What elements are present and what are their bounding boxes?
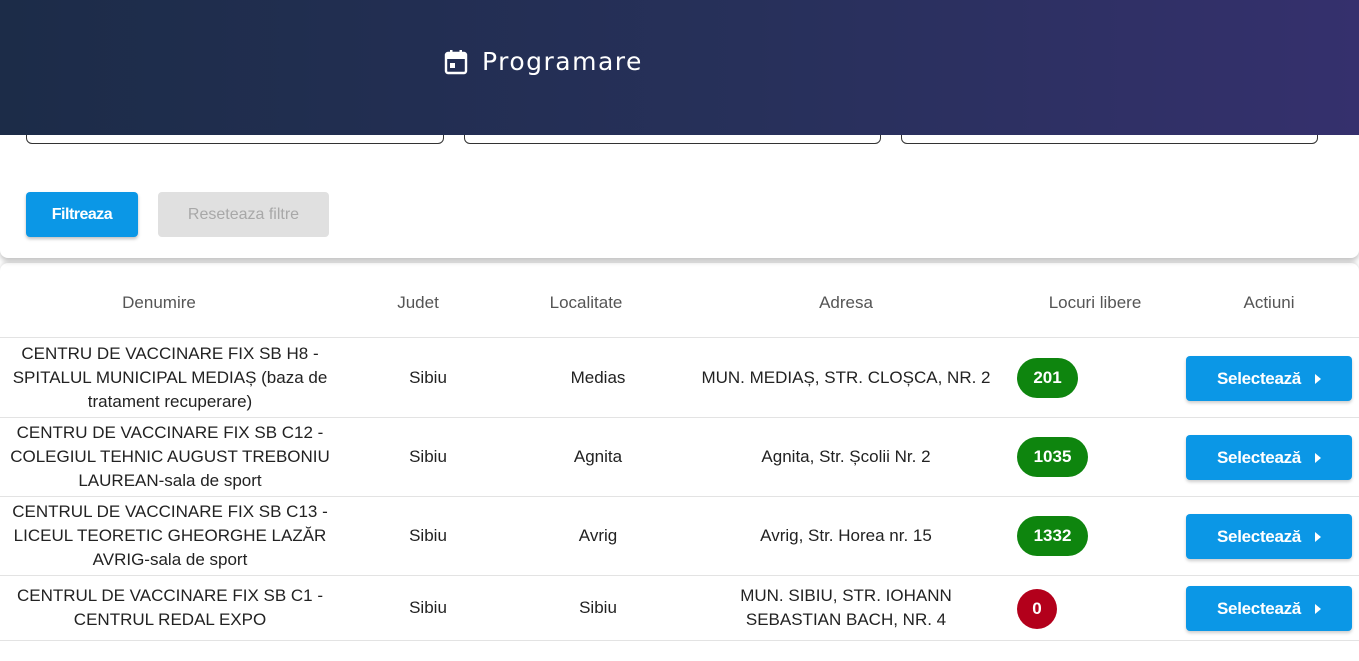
locuri-libere-badge: 1035: [1017, 437, 1088, 477]
page-title: Programare: [482, 47, 643, 76]
reset-filters-button[interactable]: Reseteaza filtre: [158, 192, 329, 237]
column-header-adresa: Adresa: [819, 293, 873, 312]
select-button-label: Selectează: [1217, 447, 1301, 467]
locuri-libere-badge: 1332: [1017, 516, 1088, 556]
cell-adresa: Avrig, Str. Horea nr. 15: [760, 526, 932, 545]
arrow-right-icon: [1314, 373, 1321, 384]
arrow-right-icon: [1314, 531, 1321, 542]
column-header-actiuni: Actiuni: [1243, 293, 1295, 312]
locuri-libere-badge: 0: [1017, 589, 1057, 629]
cell-judet: Sibiu: [409, 368, 447, 387]
table-row: CENTRU DE VACCINARE FIX SB H8 - SPITALUL…: [0, 339, 1359, 418]
select-button-label: Selectează: [1217, 598, 1301, 618]
select-button-label: Selectează: [1217, 368, 1301, 388]
cell-adresa: MUN. SIBIU, STR. IOHANN SEBASTIAN BACH, …: [740, 586, 952, 629]
select-center-button[interactable]: Selectează: [1186, 514, 1352, 559]
select-center-button[interactable]: Selectează: [1186, 586, 1352, 631]
filter-button[interactable]: Filtreaza: [26, 192, 138, 237]
table-row: CENTRU DE VACCINARE FIX SB C12 - COLEGIU…: [0, 418, 1359, 497]
select-button-label: Selectează: [1217, 526, 1301, 546]
cell-denumire: CENTRU DE VACCINARE FIX SB C12 - COLEGIU…: [10, 423, 330, 490]
cell-denumire: CENTRUL DE VACCINARE FIX SB C13 - LICEUL…: [12, 502, 328, 569]
table-header: Denumire Judet Localitate Adresa Locuri …: [0, 263, 1359, 338]
cell-judet: Sibiu: [409, 598, 447, 617]
arrow-right-icon: [1314, 603, 1321, 614]
cell-adresa: MUN. MEDIAȘ, STR. CLOȘCA, NR. 2: [701, 368, 991, 387]
cell-localitate: Avrig: [578, 526, 618, 545]
table-row: CENTRUL DE VACCINARE FIX SB C13 - LICEUL…: [0, 497, 1359, 576]
column-header-denumire: Denumire: [122, 293, 196, 312]
table-row: CENTRUL DE VACCINARE FIX SB C1 - CENTRUL…: [0, 576, 1359, 641]
select-center-button[interactable]: Selectează: [1186, 356, 1352, 401]
cell-denumire: CENTRUL DE VACCINARE FIX SB C1 - CENTRUL…: [16, 586, 324, 629]
centers-table: Denumire Judet Localitate Adresa Locuri …: [0, 263, 1359, 661]
select-center-button[interactable]: Selectează: [1186, 435, 1352, 480]
calendar-icon: [444, 49, 468, 75]
cell-localitate: Agnita: [573, 447, 623, 466]
cell-judet: Sibiu: [409, 526, 447, 545]
column-header-localitate: Localitate: [549, 293, 623, 312]
page-header: Programare: [0, 0, 1359, 135]
cell-adresa: Agnita, Str. Școlii Nr. 2: [761, 447, 931, 466]
cell-localitate: Medias: [570, 368, 626, 387]
header-title: Programare: [444, 47, 643, 76]
cell-judet: Sibiu: [409, 447, 447, 466]
column-header-locuri: Locuri libere: [1048, 293, 1142, 312]
cell-localitate: Sibiu: [579, 598, 617, 617]
cell-denumire: CENTRU DE VACCINARE FIX SB H8 - SPITALUL…: [12, 344, 328, 411]
arrow-right-icon: [1314, 452, 1321, 463]
locuri-libere-badge: 201: [1017, 358, 1078, 398]
